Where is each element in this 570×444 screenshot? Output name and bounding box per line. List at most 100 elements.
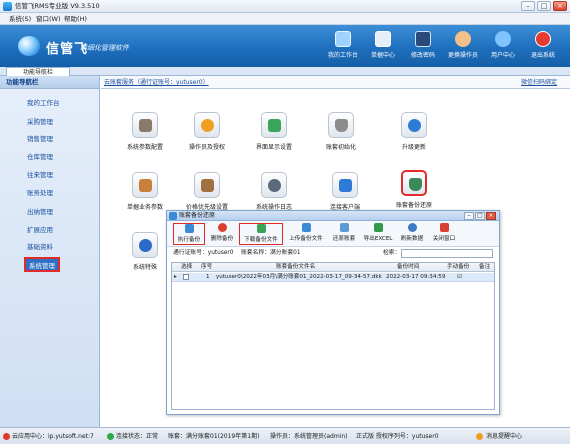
app-icon	[3, 2, 12, 11]
delete-icon	[217, 223, 227, 232]
grid-icon	[375, 31, 391, 47]
fn-operators[interactable]: 操作员及授权	[177, 112, 237, 156]
dialog-close-button[interactable]: ×	[486, 212, 496, 220]
col-filename[interactable]: 账套备份文件名	[276, 264, 315, 271]
restore-icon	[339, 223, 349, 232]
logo-icon	[18, 36, 40, 56]
sidebar-item-workbench[interactable]: 我的工作台	[27, 99, 60, 108]
row-seq: 1	[206, 274, 210, 280]
fn-system-params[interactable]: 系统参数配置	[115, 112, 175, 156]
sidebar-item-cashier[interactable]: 出纳管理	[27, 208, 53, 217]
delete-backup-button[interactable]: 删除备份	[207, 223, 237, 245]
save-icon	[184, 224, 194, 233]
upload-backup-button[interactable]: 上传备份文件	[285, 223, 327, 245]
download-backup-button[interactable]: 下载备份文件	[239, 223, 283, 245]
refresh-data-button[interactable]: 刷新数据	[397, 223, 427, 245]
col-seq[interactable]: 序号	[201, 264, 212, 271]
status-cloud-center: 云应用中心：ip.yutsoft.net:7	[12, 433, 94, 440]
row-manual-check: ☑	[457, 274, 463, 280]
close-button[interactable]: ×	[553, 1, 567, 11]
download-icon	[256, 224, 266, 233]
sidebar-item-finance[interactable]: 账务处理	[27, 189, 53, 198]
sidebar-item-warehouse[interactable]: 仓库管理	[27, 153, 53, 162]
account-name-label: 账套名称：满分账套01	[241, 250, 301, 256]
cloud-account-link[interactable]: 云账套服务（通行证账号：yutuser0）	[104, 79, 209, 87]
power-icon	[535, 31, 551, 47]
operator-icon	[455, 31, 471, 47]
minimize-button[interactable]: –	[521, 1, 535, 11]
maximize-button[interactable]: □	[537, 1, 551, 11]
sidebar-item-system[interactable]: 系统管理	[24, 257, 60, 272]
col-backup-time[interactable]: 备份时间	[397, 264, 419, 271]
network-icon	[332, 172, 358, 198]
backup-icon	[401, 170, 427, 196]
row-pointer-icon: ▸	[174, 274, 177, 280]
passport-label: 通行证账号：yutuser0	[173, 250, 234, 256]
clock-icon	[261, 172, 287, 198]
menu-system[interactable]: 系统(S)	[9, 15, 31, 23]
sidebar-item-accounts[interactable]: 往来管理	[27, 171, 53, 180]
close-window-button[interactable]: 关闭窗口	[429, 223, 459, 245]
dialog-toolbar: 执行备份 删除备份 下载备份文件 上传备份文件 还原账套 导出EXCEL 刷新数…	[167, 221, 499, 247]
tab-bar: 功能导航栏	[0, 67, 570, 77]
link-bar: 云账套服务（通行证账号：yutuser0） 微信扫码绑定	[101, 76, 570, 89]
upload-icon	[301, 223, 311, 232]
wechat-bind-link[interactable]: 微信扫码绑定	[521, 79, 557, 87]
cloud-center-icon	[3, 433, 10, 440]
sidebar-item-basic-data[interactable]: 基础资料	[27, 243, 53, 252]
row-checkbox[interactable]	[183, 274, 189, 280]
search-input[interactable]	[401, 249, 493, 258]
fn-upgrade[interactable]: 升级更新	[384, 112, 444, 156]
db-gear-icon	[132, 112, 158, 138]
run-backup-button[interactable]: 执行备份	[173, 223, 205, 245]
change-password-button[interactable]: 修改密码	[402, 31, 444, 63]
display-icon	[261, 112, 287, 138]
export-excel-button[interactable]: 导出EXCEL	[361, 223, 395, 245]
my-workbench-button[interactable]: 我的工作台	[322, 31, 364, 63]
globe-icon	[401, 112, 427, 138]
users-icon	[495, 31, 511, 47]
dialog-title: 账套备份还原	[179, 212, 216, 219]
status-operator: 操作员：系统管理员(admin)	[270, 433, 348, 440]
status-message-center[interactable]: 消息提醒中心	[486, 433, 522, 441]
backup-restore-dialog: 账套备份还原 – □ × 执行备份 删除备份 下载备份文件 上传备份文件 还原账…	[166, 210, 500, 415]
message-icon	[476, 433, 483, 440]
status-account: 账套：满分账套01(2019年第1期)	[168, 433, 260, 440]
document-center-button[interactable]: 单据中心	[362, 31, 404, 63]
dialog-icon	[169, 212, 177, 220]
user-icon	[194, 112, 220, 138]
exit-system-button[interactable]: 退出系统	[522, 31, 564, 63]
dialog-minimize-button[interactable]: –	[464, 212, 474, 220]
header-banner: 信管飞 精细化管理软件 我的工作台 单据中心 修改密码 更换操作员 用户中心 退…	[0, 25, 570, 67]
sidebar-header: 功能导航栏	[0, 76, 99, 89]
sidebar: 功能导航栏 我的工作台 采购管理 销售管理 仓库管理 往来管理 账务处理 出纳管…	[0, 76, 100, 427]
status-license: 正式版 授权序列号：yutuser0	[356, 433, 439, 440]
music-icon	[132, 232, 158, 258]
col-manual[interactable]: 手动备份	[447, 264, 469, 271]
status-bar: 云应用中心：ip.yutsoft.net:7 连接状态：正常 账套：满分账套01…	[0, 427, 570, 444]
user-center-button[interactable]: 用户中心	[482, 31, 524, 63]
excel-icon	[373, 223, 383, 232]
price-icon	[194, 172, 220, 198]
table-header: 选择 序号 账套备份文件名 备份时间 手动备份 备注	[172, 263, 494, 272]
sidebar-item-extended[interactable]: 扩展应用	[27, 226, 53, 235]
fn-display-settings[interactable]: 界面显示设置	[244, 112, 304, 156]
close-window-icon	[439, 223, 449, 232]
col-select[interactable]: 选择	[181, 264, 192, 271]
document-icon	[132, 172, 158, 198]
sidebar-item-purchase[interactable]: 采购管理	[27, 118, 53, 127]
col-remark[interactable]: 备注	[479, 264, 490, 271]
dialog-maximize-button[interactable]: □	[475, 212, 485, 220]
menu-help[interactable]: 帮助(H)	[64, 15, 87, 23]
search-label: 检索：	[383, 250, 401, 256]
restore-account-button[interactable]: 还原账套	[329, 223, 359, 245]
monitor-icon	[335, 31, 351, 47]
table-row[interactable]: ▸ 1 yutuser0\2022年03月\满分账套01_2022-03-17_…	[172, 273, 494, 282]
fn-backup-restore[interactable]: 账套备份还原	[384, 170, 444, 214]
menu-window[interactable]: 窗口(W)	[36, 15, 61, 23]
sidebar-item-sales[interactable]: 销售管理	[27, 135, 53, 144]
switch-operator-button[interactable]: 更换操作员	[442, 31, 484, 63]
row-filename: yutuser0\2022年03月\满分账套01_2022-03-17_09-3…	[216, 274, 382, 280]
fn-account-init[interactable]: 账套初始化	[311, 112, 371, 156]
window-title: 信管飞RMS专业版 V9.3.510	[15, 2, 100, 10]
